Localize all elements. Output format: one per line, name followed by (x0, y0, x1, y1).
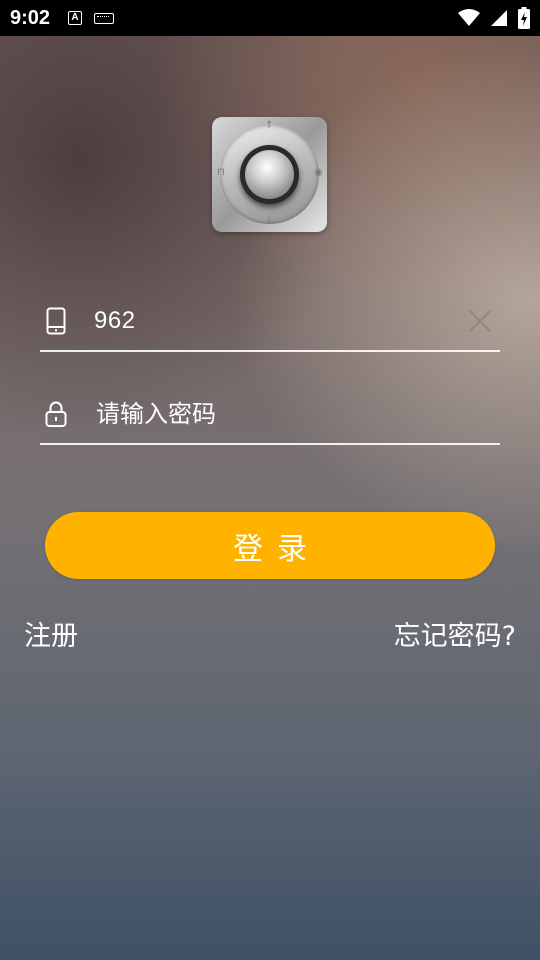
phone-field: 962 (40, 292, 500, 352)
arrow-down-icon: ↓ (265, 216, 274, 227)
battery-charging-icon (518, 7, 530, 29)
password-field (40, 385, 500, 445)
status-time: 9:02 (10, 6, 51, 29)
app-logo: ↑ ↓ ⊓ ◉ (212, 117, 327, 232)
a-notification-icon: A (68, 11, 83, 25)
password-input[interactable] (96, 400, 436, 428)
register-link[interactable]: 注册 (24, 614, 78, 653)
forgot-password-link[interactable]: 忘记密码? (394, 614, 516, 653)
phone-input[interactable]: 962 (94, 307, 136, 335)
login-button[interactable]: 登录 (45, 512, 495, 579)
lock-icon (42, 399, 70, 429)
safe-knob-icon (245, 150, 294, 199)
signal-icon (491, 10, 507, 26)
arrow-up-icon: ↑ (265, 120, 274, 131)
keyboard-icon (94, 12, 115, 24)
phone-icon (42, 306, 70, 336)
small-lock-icon: ⊓ (217, 167, 225, 178)
status-notification-icons: A (68, 11, 115, 25)
wifi-icon (458, 9, 480, 26)
status-bar: 9:02 A (0, 0, 540, 36)
close-icon[interactable] (464, 306, 494, 336)
status-system-icons (458, 7, 530, 29)
small-dot-icon: ◉ (314, 167, 323, 178)
